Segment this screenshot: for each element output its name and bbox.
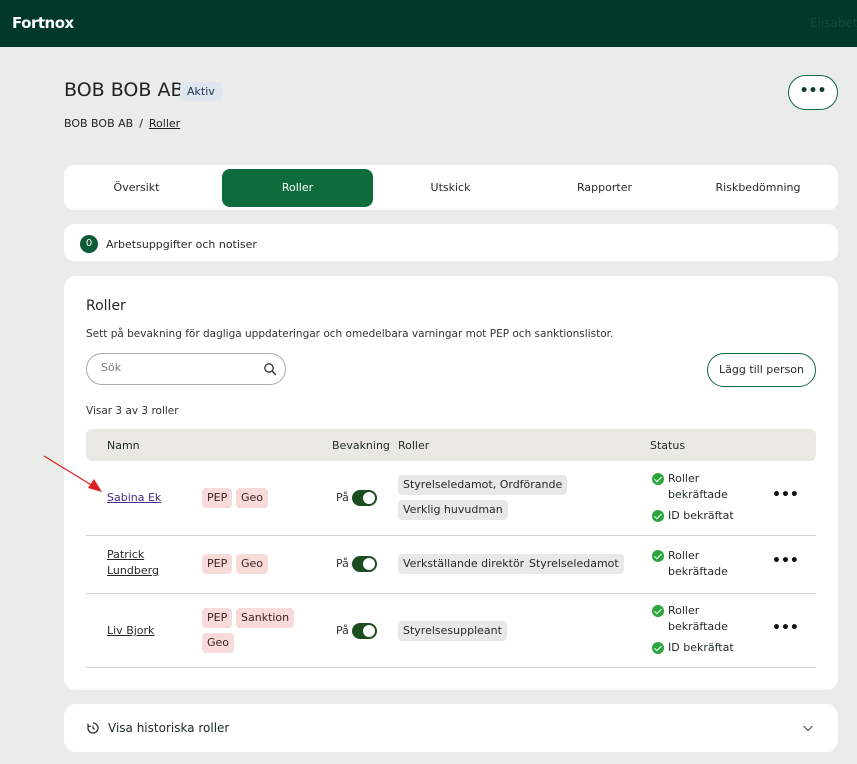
fortnox-logo[interactable]: Fortnox bbox=[12, 14, 74, 32]
person-name-link[interactable]: Patrick Lundberg bbox=[107, 547, 159, 579]
roles-description: Sett på bevakning för dagliga uppdaterin… bbox=[86, 328, 614, 340]
breadcrumb-current[interactable]: Roller bbox=[149, 117, 180, 130]
status-roles-line1: Roller bbox=[668, 549, 700, 562]
status-roles-line2: bekräftade bbox=[668, 488, 728, 501]
monitoring-label: På bbox=[336, 557, 349, 570]
historical-roles-accordion[interactable]: Visa historiska roller bbox=[64, 704, 838, 752]
table-row: Sabina Ek PEP Geo På Styrelseledamot, Or… bbox=[86, 461, 816, 536]
breadcrumb-separator: / bbox=[139, 117, 143, 130]
role-chip: Styrelseledamot, Ordförande bbox=[398, 475, 568, 495]
status-badge: Aktiv bbox=[180, 82, 222, 101]
tag-sanktion: Sanktion bbox=[236, 608, 295, 628]
tab-rapporter[interactable]: Rapporter bbox=[528, 169, 681, 207]
tag-pep: PEP bbox=[202, 488, 233, 508]
page-title: BOB BOB AB bbox=[64, 79, 184, 101]
top-bar: Fortnox Elisabet bbox=[0, 0, 857, 47]
breadcrumb-root: BOB BOB AB bbox=[64, 117, 134, 130]
tab-oversikt[interactable]: Översikt bbox=[68, 169, 205, 207]
role-chip: Verkställande direktör bbox=[398, 554, 530, 574]
column-header-monitoring[interactable]: Bevakning bbox=[332, 439, 390, 452]
status-id: ID bekräftat bbox=[668, 509, 734, 522]
monitoring-toggle[interactable] bbox=[352, 623, 377, 639]
row-more-button[interactable]: ••• bbox=[772, 487, 799, 503]
tab-bar: Översikt Roller Utskick Rapporter Riskbe… bbox=[64, 165, 838, 210]
status-roles-line1: Roller bbox=[668, 604, 700, 617]
tag-pep: PEP bbox=[202, 608, 233, 628]
roles-card: Roller Sett på bevakning för dagliga upp… bbox=[64, 276, 838, 690]
tab-riskbedomning[interactable]: Riskbedömning bbox=[681, 169, 835, 207]
check-icon bbox=[652, 605, 664, 617]
check-icon bbox=[652, 473, 664, 485]
tab-utskick[interactable]: Utskick bbox=[374, 169, 527, 207]
check-icon bbox=[652, 550, 664, 562]
tasks-label: Arbetsuppgifter och notiser bbox=[106, 238, 257, 251]
tasks-bar[interactable]: 0 Arbetsuppgifter och notiser bbox=[64, 224, 838, 261]
person-name-link[interactable]: Sabina Ek bbox=[107, 490, 161, 506]
search-icon[interactable] bbox=[263, 362, 277, 376]
row-more-button[interactable]: ••• bbox=[772, 620, 799, 636]
role-chip: Verklig huvudman bbox=[398, 500, 508, 520]
result-count: Visar 3 av 3 roller bbox=[86, 405, 179, 417]
status-roles-line1: Roller bbox=[668, 472, 700, 485]
table-row: Patrick Lundberg PEP Geo På Verkställand… bbox=[86, 536, 816, 594]
tag-geo: Geo bbox=[236, 488, 269, 508]
monitoring-toggle[interactable] bbox=[352, 556, 377, 572]
tag-geo: Geo bbox=[236, 554, 269, 574]
row-more-button[interactable]: ••• bbox=[772, 553, 799, 569]
role-chip: Styrelseledamot bbox=[524, 554, 624, 574]
search-input[interactable] bbox=[101, 361, 251, 374]
tag-pep: PEP bbox=[202, 554, 233, 574]
historical-roles-label: Visa historiska roller bbox=[108, 721, 230, 735]
status-roles-line2: bekräftade bbox=[668, 620, 728, 633]
column-header-status[interactable]: Status bbox=[650, 439, 685, 452]
tab-roller[interactable]: Roller bbox=[222, 169, 373, 207]
table-row: Liv Bjork PEP Sanktion Geo På Styrelsesu… bbox=[86, 594, 816, 668]
check-icon bbox=[652, 642, 664, 654]
breadcrumb: BOB BOB AB / Roller bbox=[64, 117, 180, 130]
status-id: ID bekräftat bbox=[668, 641, 734, 654]
status-roles-line2: bekräftade bbox=[668, 565, 728, 578]
column-header-roles[interactable]: Roller bbox=[398, 439, 429, 452]
chevron-down-icon[interactable] bbox=[802, 722, 814, 734]
column-header-name[interactable]: Namn bbox=[107, 439, 140, 452]
tasks-count-badge: 0 bbox=[80, 235, 98, 253]
more-options-button[interactable]: ••• bbox=[788, 75, 838, 110]
table-header: Namn Bevakning Roller Status bbox=[86, 429, 816, 461]
tag-geo: Geo bbox=[202, 633, 235, 653]
person-name-last: Lundberg bbox=[107, 564, 159, 577]
add-person-button[interactable]: Lägg till person bbox=[707, 353, 816, 387]
check-icon bbox=[652, 510, 664, 522]
role-chip: Styrelsesuppleant bbox=[398, 621, 507, 641]
person-name-link[interactable]: Liv Bjork bbox=[107, 623, 154, 639]
user-name[interactable]: Elisabet bbox=[810, 16, 857, 30]
history-icon bbox=[87, 722, 99, 734]
monitoring-label: På bbox=[336, 491, 349, 504]
monitoring-toggle[interactable] bbox=[352, 490, 377, 506]
search-field[interactable] bbox=[86, 353, 286, 385]
roles-title: Roller bbox=[86, 298, 126, 314]
monitoring-label: På bbox=[336, 624, 349, 637]
person-name-first: Patrick bbox=[107, 548, 145, 561]
